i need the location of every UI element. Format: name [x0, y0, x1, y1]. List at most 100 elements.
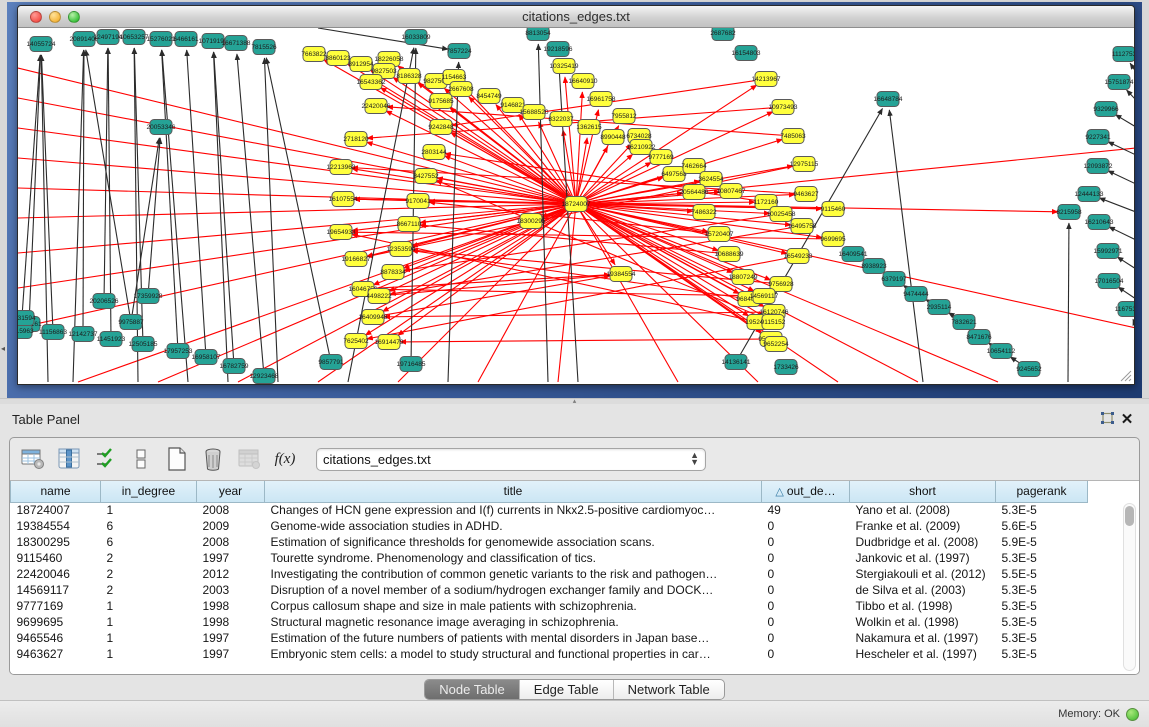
red-edge[interactable]: [576, 204, 998, 382]
black-edge[interactable]: [889, 110, 923, 382]
graph-node-yellow[interactable]: 20564486: [680, 185, 709, 200]
graph-node-yellow[interactable]: 10807467: [717, 184, 746, 199]
table-cell[interactable]: 19384554: [11, 518, 101, 534]
table-cell[interactable]: 0: [762, 566, 850, 582]
table-cell[interactable]: 0: [762, 614, 850, 630]
table-row[interactable]: 977716911998Corpus callosum shape and si…: [11, 598, 1088, 614]
table-cell[interactable]: Genome-wide association studies in ADHD.: [265, 518, 762, 534]
network-view[interactable]: 1872400788601238912954182260589827503165…: [18, 28, 1134, 384]
table-cell[interactable]: 2009: [197, 518, 265, 534]
table-scrollbar[interactable]: [1123, 503, 1136, 671]
function-builder-button[interactable]: f(x): [270, 444, 300, 474]
graph-node-teal[interactable]: 16671388: [222, 36, 251, 51]
graph-node-yellow[interactable]: 2803144: [421, 145, 447, 160]
graph-node-yellow[interactable]: 7955812: [611, 109, 637, 124]
table-cell[interactable]: Yano et al. (2008): [850, 502, 996, 518]
table-cell[interactable]: 1: [101, 598, 197, 614]
table-cell[interactable]: 9699695: [11, 614, 101, 630]
table-cell[interactable]: 1997: [197, 550, 265, 566]
graph-node-yellow[interactable]: 14213967: [752, 72, 781, 87]
table-settings-button[interactable]: [18, 444, 48, 474]
graph-node-teal[interactable]: 9857791: [318, 355, 344, 370]
graph-node-yellow[interactable]: 8186328: [396, 69, 422, 84]
graph-node-yellow[interactable]: 19166827: [342, 252, 371, 267]
graph-node-yellow[interactable]: 9115460: [821, 202, 846, 217]
table-cell[interactable]: 0: [762, 534, 850, 550]
table-scrollbar-thumb[interactable]: [1125, 506, 1134, 526]
graph-node-teal[interactable]: 12142737: [69, 327, 98, 342]
graph-node-yellow[interactable]: 9463627: [793, 187, 819, 202]
graph-node-yellow[interactable]: 7485063: [780, 129, 806, 144]
table-cell[interactable]: 6: [101, 518, 197, 534]
table-row[interactable]: 969969511998Structural magnetic resonanc…: [11, 614, 1088, 630]
graph-node-yellow[interactable]: 16409948: [359, 310, 388, 325]
graph-node-teal[interactable]: 20053346: [147, 120, 176, 135]
graph-node-teal[interactable]: 1733426: [773, 360, 799, 375]
network-window-titlebar[interactable]: citations_edges.txt: [18, 6, 1134, 28]
black-edge[interactable]: [1118, 287, 1134, 299]
window-resize-grip[interactable]: [1118, 368, 1132, 382]
graph-node-yellow[interactable]: 9242848: [428, 120, 454, 135]
table-cell[interactable]: 22420046: [11, 566, 101, 582]
graph-node-teal[interactable]: 17016504: [1095, 274, 1124, 289]
graph-node-yellow[interactable]: 19654933: [327, 225, 356, 240]
table-cell[interactable]: 1998: [197, 598, 265, 614]
table-cell[interactable]: 1997: [197, 646, 265, 662]
table-cell[interactable]: 5.3E-5: [996, 614, 1088, 630]
black-edge[interactable]: [1127, 90, 1134, 100]
table-cell[interactable]: 5.5E-5: [996, 566, 1088, 582]
graph-node-teal[interactable]: 9931594: [18, 311, 36, 326]
column-header-year[interactable]: year: [197, 481, 265, 502]
table-cell[interactable]: 5.3E-5: [996, 646, 1088, 662]
close-window-icon[interactable]: [30, 11, 42, 23]
graph-node-yellow[interactable]: 15688520: [520, 105, 549, 120]
import-table-button[interactable]: [234, 444, 264, 474]
graph-node-yellow[interactable]: 10325419: [550, 59, 579, 74]
network-window[interactable]: citations_edges.txt 18724007886012389129…: [17, 5, 1135, 385]
graph-node-teal[interactable]: 16033809: [402, 30, 431, 45]
table-cell[interactable]: 9115460: [11, 550, 101, 566]
red-edge[interactable]: [367, 256, 798, 339]
graph-node-yellow[interactable]: 8912954: [348, 57, 374, 72]
graph-node-teal[interactable]: 16210643: [1085, 215, 1114, 230]
graph-node-yellow[interactable]: 2667608: [448, 82, 474, 97]
table-cell[interactable]: 2008: [197, 502, 265, 518]
graph-node-yellow[interactable]: 9652254: [763, 337, 789, 352]
table-cell[interactable]: 5.3E-5: [996, 582, 1088, 598]
close-panel-icon[interactable]: ✕: [1117, 410, 1137, 428]
black-edge[interactable]: [1108, 171, 1134, 184]
graph-node-teal[interactable]: 2687682: [710, 28, 736, 41]
table-row[interactable]: 946554611997Estimation of the future num…: [11, 630, 1088, 646]
table-cell[interactable]: Wolkin et al. (1998): [850, 614, 996, 630]
graph-node-teal[interactable]: 19218596: [544, 42, 573, 57]
graph-node-teal[interactable]: 12505185: [129, 337, 158, 352]
graph-node-yellow[interactable]: 16914479: [375, 335, 404, 350]
graph-node-yellow[interactable]: 15720407: [705, 227, 734, 242]
tab-edge-table[interactable]: Edge Table: [520, 680, 614, 699]
table-cell[interactable]: 2: [101, 566, 197, 582]
graph-node-teal[interactable]: 17359928: [134, 289, 163, 304]
graph-node-teal[interactable]: 9245652: [1016, 362, 1042, 377]
graph-node-yellow[interactable]: 9175685: [428, 94, 454, 109]
table-cell[interactable]: Disruption of a novel member of a sodium…: [265, 582, 762, 598]
black-edge[interactable]: [187, 50, 206, 357]
graph-node-teal[interactable]: 15751874: [1105, 75, 1134, 90]
table-cell[interactable]: 2012: [197, 566, 265, 582]
minimize-window-icon[interactable]: [49, 11, 61, 23]
table-cell[interactable]: 5.6E-5: [996, 518, 1088, 534]
table-cell[interactable]: Corpus callosum shape and size in male p…: [265, 598, 762, 614]
column-header-title[interactable]: title: [265, 481, 762, 502]
graph-node-teal[interactable]: 12093872: [1084, 159, 1113, 174]
table-cell[interactable]: 0: [762, 598, 850, 614]
graph-node-teal[interactable]: 7857224: [446, 44, 472, 59]
graph-node-yellow[interactable]: 8454749: [476, 89, 502, 104]
graph-node-teal[interactable]: 8215958: [1056, 205, 1082, 220]
graph-node-yellow[interactable]: 9115152: [761, 315, 786, 330]
graph-node-teal[interactable]: 12497194: [94, 30, 123, 45]
graph-node-teal[interactable]: 19716485: [397, 357, 426, 372]
column-header-short[interactable]: short: [850, 481, 996, 502]
graph-node-teal[interactable]: 11451923: [97, 332, 126, 347]
table-cell[interactable]: 1: [101, 630, 197, 646]
graph-node-yellow[interactable]: 12353594: [387, 242, 416, 257]
table-cell[interactable]: 49: [762, 502, 850, 518]
